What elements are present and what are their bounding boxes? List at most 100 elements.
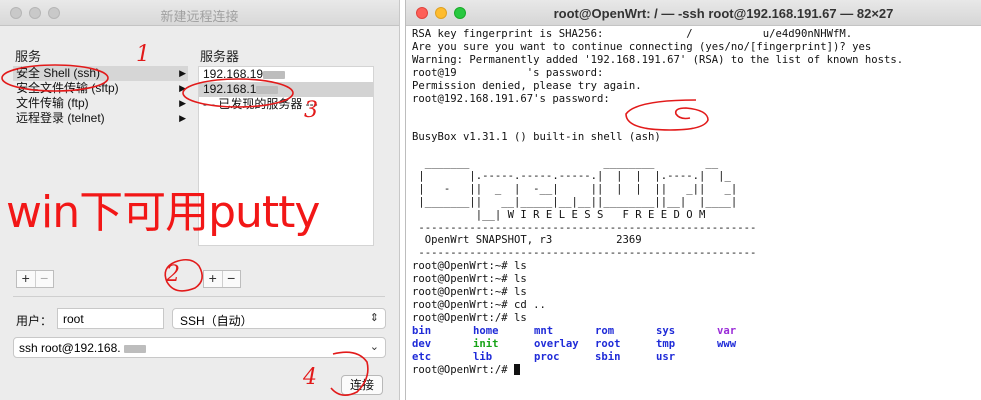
disclosure-arrow-icon: ▶: [179, 83, 186, 93]
redacted-block: [263, 70, 286, 79]
terminal-line: BusyBox v1.31.1 () built-in shell (ash): [412, 131, 661, 144]
terminal-line: root@OpenWrt:~# ls: [412, 286, 527, 299]
redacted-block: [256, 85, 279, 94]
service-item[interactable]: 文件传输 (ftp) ▶: [13, 96, 188, 111]
annotation-mark-1: 1: [136, 42, 150, 67]
terminal-line: root@192.168.191.67's password:: [412, 92, 610, 105]
servers-plus-minus: + −: [203, 270, 241, 288]
server-item-label: 192.168.1: [203, 82, 257, 96]
add-service-button[interactable]: +: [17, 271, 35, 287]
user-label: 用户：: [16, 314, 53, 328]
ls-entry: sbin: [595, 350, 621, 363]
service-item-label: 远程登录 (telnet): [16, 111, 105, 125]
ls-entry: init: [473, 337, 499, 350]
remove-server-button[interactable]: −: [221, 271, 241, 287]
new-remote-connection-window: 新建远程连接 服务 服务器 安全 Shell (ssh) ▶ 安全文件传输 (sft…: [0, 0, 400, 400]
ls-entry: mnt: [534, 324, 554, 337]
terminal-line: root@19 's password:: [412, 66, 604, 79]
terminal-window: root@OpenWrt: / — -ssh root@192.168.191.…: [405, 0, 981, 400]
terminal-line: |_______|| __|_____|__|__||________||__|…: [412, 195, 738, 208]
terminal-window-controls: [416, 7, 466, 19]
remove-service-button[interactable]: −: [34, 271, 54, 287]
annotation-mark-4: 4: [303, 365, 317, 390]
ls-entry: www: [717, 337, 737, 350]
service-item-label: 安全 Shell (ssh): [16, 66, 101, 80]
ls-entry: rom: [595, 324, 615, 337]
service-item[interactable]: 远程登录 (telnet) ▶: [13, 111, 188, 126]
disclosure-arrow-icon: ▶: [179, 113, 186, 123]
terminal-line: Warning: Permanently added '192.168.191.…: [412, 53, 904, 66]
chevron-down-icon: ⌄: [369, 341, 379, 353]
terminal-line: root@OpenWrt:/# ls: [412, 311, 527, 324]
command-value: ssh root@192.168.: [19, 341, 121, 355]
ls-entry: lib: [473, 350, 493, 363]
ls-entry: root: [595, 337, 621, 350]
service-item-label: 文件传输 (ftp): [16, 96, 89, 110]
server-item[interactable]: 192.168.1: [199, 82, 373, 97]
cursor-icon: [514, 363, 521, 375]
window-title: 新建远程连接: [160, 9, 239, 24]
ls-output-row: bin home mnt rom sys var: [412, 325, 969, 338]
divider: [13, 296, 385, 297]
terminal-output[interactable]: RSA key fingerprint is SHA256: / u/e4d90…: [412, 28, 969, 376]
server-item[interactable]: --- 已发现的服务器 ---: [199, 97, 373, 112]
close-icon[interactable]: [416, 7, 428, 19]
terminal-line: OpenWrt SNAPSHOT, r3 2369: [412, 234, 642, 247]
terminal-line: root@OpenWrt:~# ls: [412, 260, 527, 273]
ls-output-row: etc lib proc sbin usr: [412, 351, 969, 364]
server-item[interactable]: 192.168.19: [199, 67, 373, 82]
terminal-title: root@OpenWrt: / — -ssh root@192.168.191.…: [553, 6, 894, 21]
ls-entry: home: [473, 324, 499, 337]
redacted-block: [123, 344, 146, 353]
minimize-icon[interactable]: [435, 7, 447, 19]
ls-entry: usr: [656, 350, 676, 363]
terminal-line: _______ ________ __: [412, 157, 719, 170]
ls-entry: proc: [534, 350, 560, 363]
command-combo[interactable]: ssh root@192.168. ⌄: [13, 337, 386, 358]
ls-entry: tmp: [656, 337, 676, 350]
server-item-label: --- 已发现的服务器 ---: [203, 97, 318, 111]
server-item-label: 192.168.19: [203, 67, 264, 81]
disclosure-arrow-icon: ▶: [179, 98, 186, 108]
terminal-line: root@OpenWrt:~# cd ..: [412, 298, 546, 311]
add-server-button[interactable]: +: [204, 271, 222, 287]
up-down-chevron-icon: ⇕: [369, 312, 379, 324]
ls-entry: sys: [656, 324, 676, 337]
terminal-line: Are you sure you want to continue connec…: [412, 40, 872, 53]
protocol-select[interactable]: SSH（自动） ⇕: [172, 308, 386, 329]
terminal-line: |__| W I R E L E S S F R E E D O M: [412, 208, 706, 221]
annotation-putty: win下可用putty: [6, 187, 320, 238]
terminal-line: root@OpenWrt:~# ls: [412, 273, 527, 286]
user-field[interactable]: root: [57, 308, 164, 329]
prompt-line: root@OpenWrt:/#: [412, 363, 969, 377]
fullscreen-icon[interactable]: [454, 7, 466, 19]
protocol-value: SSH（自动）: [180, 314, 253, 328]
service-item[interactable]: 安全文件传输 (sftp) ▶: [13, 81, 188, 96]
annotation-mark-3: 3: [304, 98, 318, 123]
services-header: 服务: [15, 49, 42, 64]
final-prompt: root@OpenWrt:/#: [412, 363, 515, 376]
connect-button[interactable]: 连接: [341, 375, 383, 395]
service-item-label: 安全文件传输 (sftp): [16, 81, 119, 95]
ls-entry: dev: [412, 337, 432, 350]
ls-entry: bin: [412, 324, 432, 337]
ls-output-row: dev init overlay root tmp www: [412, 338, 969, 351]
ls-entry: overlay: [534, 337, 579, 350]
terminal-line: | |.-----.-----.-----.| | | |.----.| |_: [412, 169, 731, 182]
terminal-line: RSA key fingerprint is SHA256: / u/e4d90…: [412, 28, 853, 40]
ls-entry: etc: [412, 350, 432, 363]
service-item[interactable]: 安全 Shell (ssh) ▶: [13, 66, 188, 81]
services-plus-minus: + −: [16, 270, 54, 288]
terminal-line: Permission denied, please try again.: [412, 79, 642, 92]
terminal-line: ----------------------------------------…: [412, 221, 757, 234]
terminal-titlebar: root@OpenWrt: / — -ssh root@192.168.191.…: [406, 0, 981, 26]
terminal-line: | - || _ | -__| || | | || _|| _|: [412, 182, 738, 195]
terminal-line: ----------------------------------------…: [412, 247, 757, 260]
disclosure-arrow-icon: ▶: [179, 68, 186, 78]
servers-header: 服务器: [200, 49, 240, 64]
left-titlebar: 新建远程连接: [0, 0, 399, 26]
annotation-mark-2: 2: [166, 262, 180, 287]
